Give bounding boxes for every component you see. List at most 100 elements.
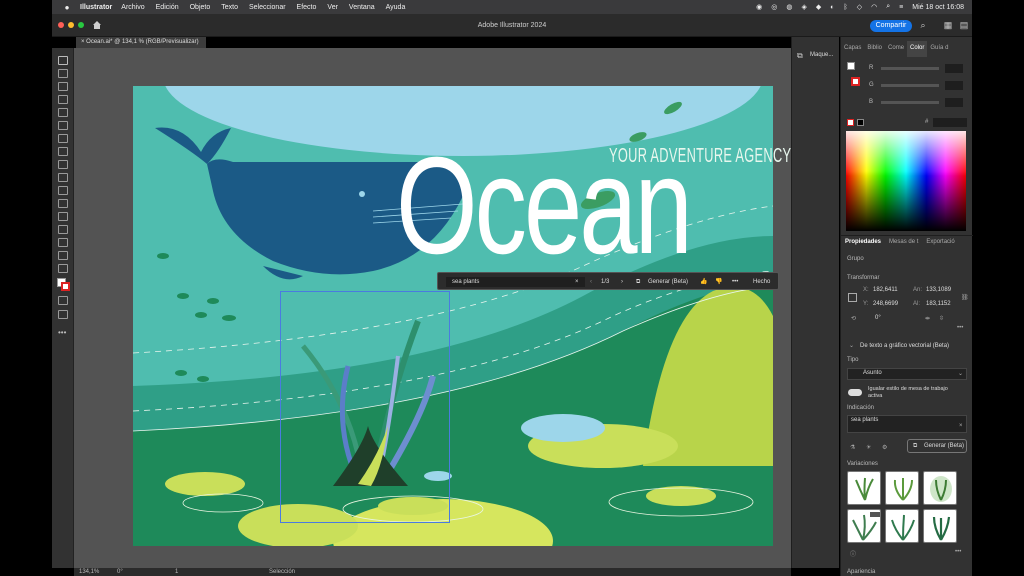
selection-tool-icon[interactable] bbox=[58, 56, 68, 65]
artwork-headline[interactable]: Ocean bbox=[396, 137, 693, 275]
r-slider[interactable] bbox=[881, 67, 939, 70]
g-slider[interactable] bbox=[881, 84, 939, 87]
width-field[interactable]: 133,1089 bbox=[926, 287, 951, 293]
tab-color[interactable]: Color bbox=[907, 41, 928, 57]
flip-horizontal-icon[interactable]: ⇹ bbox=[925, 315, 930, 322]
variation-thumbnail[interactable] bbox=[923, 471, 957, 505]
clock[interactable]: Mié 18 oct 16:08 bbox=[912, 4, 964, 11]
tab-guia[interactable]: Guía d bbox=[927, 41, 951, 57]
none-swatch[interactable] bbox=[847, 119, 854, 126]
menu-ayuda[interactable]: Ayuda bbox=[386, 4, 406, 11]
gradient-tool-icon[interactable] bbox=[58, 186, 68, 195]
rectangle-tool-icon[interactable] bbox=[58, 108, 68, 117]
artboard-number-field[interactable]: 1 bbox=[175, 568, 178, 576]
shape-builder-tool-icon[interactable] bbox=[58, 173, 68, 182]
brush-tool-icon[interactable] bbox=[58, 121, 68, 130]
more-options-icon[interactable]: ••• bbox=[957, 325, 963, 331]
reference-point-icon[interactable] bbox=[848, 293, 857, 302]
menu-edicion[interactable]: Edición bbox=[156, 4, 179, 11]
search-icon[interactable]: ⌕ bbox=[886, 3, 890, 11]
effects-icon[interactable]: ☀ bbox=[866, 444, 871, 451]
workspace-icon[interactable]: ▦ bbox=[943, 20, 953, 30]
variation-thumbnail[interactable] bbox=[885, 471, 919, 505]
arrange-documents-icon[interactable]: ▤ bbox=[959, 20, 969, 30]
status-icon[interactable]: ◉ bbox=[756, 3, 762, 11]
direct-selection-tool-icon[interactable] bbox=[58, 69, 68, 78]
menu-archivo[interactable]: Archivo bbox=[121, 4, 144, 11]
previous-icon[interactable]: ‹ bbox=[590, 277, 592, 287]
artboard-tool-icon[interactable] bbox=[58, 238, 68, 247]
variation-thumbnail[interactable] bbox=[923, 509, 957, 543]
b-value-field[interactable] bbox=[945, 98, 963, 107]
thumbs-down-icon[interactable]: 👎 bbox=[715, 277, 722, 287]
thumbs-up-icon[interactable]: 👍 bbox=[700, 277, 707, 287]
tab-biblio[interactable]: Biblio bbox=[864, 41, 885, 57]
pen-tool-icon[interactable] bbox=[58, 82, 68, 91]
eraser-tool-icon[interactable] bbox=[58, 160, 68, 169]
menu-objeto[interactable]: Objeto bbox=[190, 4, 211, 11]
tab-exportacion[interactable]: Exportació bbox=[922, 236, 958, 249]
menu-efecto[interactable]: Efecto bbox=[297, 4, 317, 11]
tab-come[interactable]: Come bbox=[885, 41, 907, 57]
height-field[interactable]: 183,1152 bbox=[926, 301, 951, 307]
black-swatch[interactable] bbox=[857, 119, 864, 126]
variation-thumbnail[interactable] bbox=[847, 471, 881, 505]
style-picker-icon[interactable]: ⚗ bbox=[850, 444, 855, 451]
x-field[interactable]: 182,6411 bbox=[873, 287, 898, 293]
chevron-down-icon[interactable]: ⌄ bbox=[849, 342, 854, 349]
done-button[interactable]: Hecho bbox=[753, 277, 770, 287]
angle-field[interactable]: 0° bbox=[875, 315, 881, 321]
more-options-icon[interactable]: ••• bbox=[732, 277, 738, 287]
generate-icon[interactable]: ⧉ bbox=[636, 277, 640, 287]
text-to-vector-section-title[interactable]: De texto a gráfico vectorial (Beta) bbox=[860, 343, 949, 349]
color-spectrum[interactable] bbox=[846, 131, 966, 231]
fill-swatch[interactable] bbox=[847, 62, 855, 70]
clear-prompt-icon[interactable]: × bbox=[959, 423, 963, 429]
rotation-field[interactable]: 0° bbox=[117, 568, 123, 576]
link-proportions-icon[interactable]: ⛓ bbox=[961, 294, 969, 301]
menu-app-name[interactable]: Illustrator bbox=[80, 4, 112, 11]
status-icon[interactable]: ◈ bbox=[802, 3, 807, 11]
status-icon[interactable]: ◍ bbox=[786, 3, 792, 11]
mockup-icon[interactable]: ⧉ bbox=[797, 51, 803, 61]
menu-ventana[interactable]: Ventana bbox=[349, 4, 375, 11]
zoom-tool-icon[interactable] bbox=[58, 251, 68, 260]
mockup-panel-label[interactable]: Maque... bbox=[810, 52, 833, 58]
more-tools-icon[interactable]: ••• bbox=[58, 328, 66, 337]
document-tab[interactable]: × Ocean.ai* @ 134,1 % (RGB/Previsualizar… bbox=[76, 37, 206, 48]
share-button[interactable]: Compartir bbox=[870, 20, 912, 32]
screen-mode-icon[interactable] bbox=[58, 310, 68, 319]
blend-tool-icon[interactable] bbox=[58, 212, 68, 221]
rotate-tool-icon[interactable] bbox=[58, 147, 68, 156]
r-value-field[interactable] bbox=[945, 64, 963, 73]
draw-mode-icon[interactable] bbox=[58, 296, 68, 305]
menu-texto[interactable]: Texto bbox=[221, 4, 238, 11]
more-options-icon[interactable]: ••• bbox=[955, 549, 961, 555]
prompt-input[interactable]: sea plants bbox=[446, 277, 585, 287]
apple-icon[interactable]: ● bbox=[62, 3, 72, 12]
menu-ver[interactable]: Ver bbox=[327, 4, 338, 11]
selection-bounding-box[interactable] bbox=[280, 291, 450, 523]
status-icon[interactable]: ◎ bbox=[771, 3, 777, 11]
status-icon[interactable]: ◇ bbox=[857, 3, 862, 11]
stroke-swatch[interactable] bbox=[61, 282, 70, 291]
next-icon[interactable]: › bbox=[621, 277, 623, 287]
b-slider[interactable] bbox=[881, 101, 939, 104]
control-center-icon[interactable]: ≡ bbox=[899, 4, 903, 11]
flip-vertical-icon[interactable]: ⇳ bbox=[939, 315, 944, 322]
tab-mesas[interactable]: Mesas de t bbox=[885, 236, 922, 249]
status-icon[interactable]: ◆ bbox=[816, 3, 821, 11]
hex-field[interactable] bbox=[933, 118, 967, 127]
g-value-field[interactable] bbox=[945, 81, 963, 90]
settings-gear-icon[interactable]: ⚙ bbox=[882, 444, 887, 451]
eyedropper-tool-icon[interactable] bbox=[58, 199, 68, 208]
search-icon[interactable]: ⌕ bbox=[918, 20, 928, 30]
stroke-swatch[interactable] bbox=[851, 77, 860, 86]
type-tool-icon[interactable] bbox=[58, 134, 68, 143]
curvature-tool-icon[interactable] bbox=[58, 95, 68, 104]
wifi-icon[interactable]: ◠ bbox=[871, 3, 877, 11]
variation-thumbnail[interactable] bbox=[885, 509, 919, 543]
clear-prompt-icon[interactable]: × bbox=[575, 277, 579, 287]
menu-seleccionar[interactable]: Seleccionar bbox=[249, 4, 286, 11]
y-field[interactable]: 248,6699 bbox=[873, 301, 898, 307]
